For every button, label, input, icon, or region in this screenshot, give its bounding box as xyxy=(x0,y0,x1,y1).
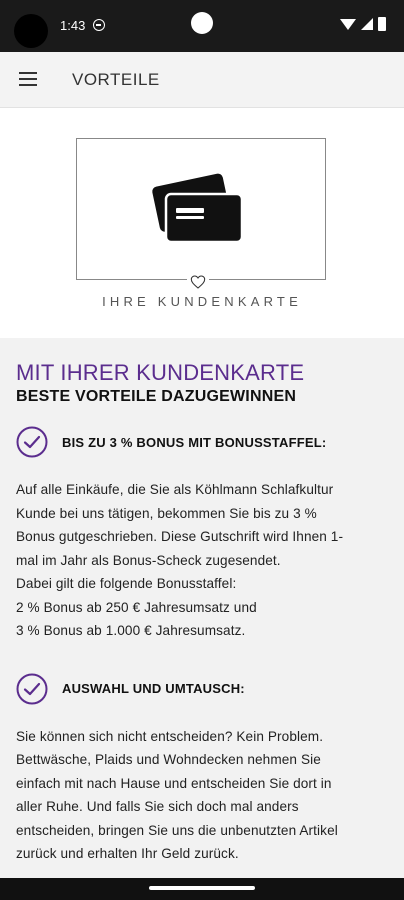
benefit-description: Auf alle Einkäufe, die Sie als Köhlmann … xyxy=(16,478,388,643)
text-line: 3 % Bonus ab 1.000 € Jahresumsatz. xyxy=(16,623,246,638)
benefits-content: MIT IHRER KUNDENKARTE BESTE VORTEILE DAZ… xyxy=(0,338,404,878)
status-time: 1:43 xyxy=(60,18,86,33)
status-bar: 1:43 xyxy=(0,0,404,52)
text-line: zurück und erhalten Ihr Geld zurück. xyxy=(16,846,239,861)
text-line: Auf alle Einkäufe, die Sie als Köhlmann … xyxy=(16,482,334,497)
app-bar: VORTEILE xyxy=(0,52,404,108)
battery-icon xyxy=(378,17,386,31)
benefit-bonus: BIS ZU 3 % BONUS MIT BONUSSTAFFEL: Auf a… xyxy=(16,426,388,643)
text-line: entscheiden, bringen Sie uns die unbenut… xyxy=(16,822,338,838)
status-icons xyxy=(340,17,386,31)
benefit-description: Sie können sich nicht entscheiden? Kein … xyxy=(16,725,388,866)
heart-icon xyxy=(187,271,209,293)
section-headline: MIT IHRER KUNDENKARTE xyxy=(16,360,305,385)
page-title: VORTEILE xyxy=(72,70,160,89)
text-line: 2 % Bonus ab 250 € Jahresumsatz und xyxy=(16,599,257,615)
hamburger-menu-icon[interactable] xyxy=(19,72,37,86)
benefit-title: BIS ZU 3 % BONUS MIT BONUSSTAFFEL: xyxy=(62,434,327,450)
text-line: Bettwäsche, Plaids und Wohndecken nehmen… xyxy=(16,752,321,767)
wifi-icon xyxy=(340,18,356,30)
dnd-icon xyxy=(93,19,105,31)
text-line: Sie können sich nicht entscheiden? Kein … xyxy=(16,728,324,744)
hero-banner: IHRE KUNDENKARTE xyxy=(0,108,404,338)
text-line: einfach mit nach Hause und entscheiden S… xyxy=(16,775,332,791)
navigation-bar xyxy=(0,878,404,900)
front-camera-icon xyxy=(191,12,213,34)
text-line: Dabei gilt die folgende Bonusstaffel: xyxy=(16,576,237,591)
text-line: Kunde bei uns tätigen, bekommen Sie bis … xyxy=(16,505,317,521)
benefit-exchange: AUSWAHL UND UMTAUSCH: Sie können sich ni… xyxy=(16,673,388,866)
signal-icon xyxy=(361,18,373,30)
text-line: aller Ruhe. Und falls Sie sich doch mal … xyxy=(16,799,299,814)
camera-cutout xyxy=(14,14,48,48)
text-line: mal im Jahr als Bonus-Scheck zugesendet. xyxy=(16,552,281,568)
section-subheadline: BESTE VORTEILE DAZUGEWINNEN xyxy=(16,388,297,405)
hero-caption: IHRE KUNDENKARTE xyxy=(102,294,302,309)
check-circle-icon xyxy=(16,673,48,704)
credit-cards-icon xyxy=(152,173,244,244)
check-circle-icon xyxy=(16,426,48,458)
benefit-title: AUSWAHL UND UMTAUSCH: xyxy=(62,681,245,696)
home-gesture-handle[interactable] xyxy=(149,886,255,890)
text-line: Bonus gutgeschrieben. Diese Gutschrift w… xyxy=(16,529,344,544)
